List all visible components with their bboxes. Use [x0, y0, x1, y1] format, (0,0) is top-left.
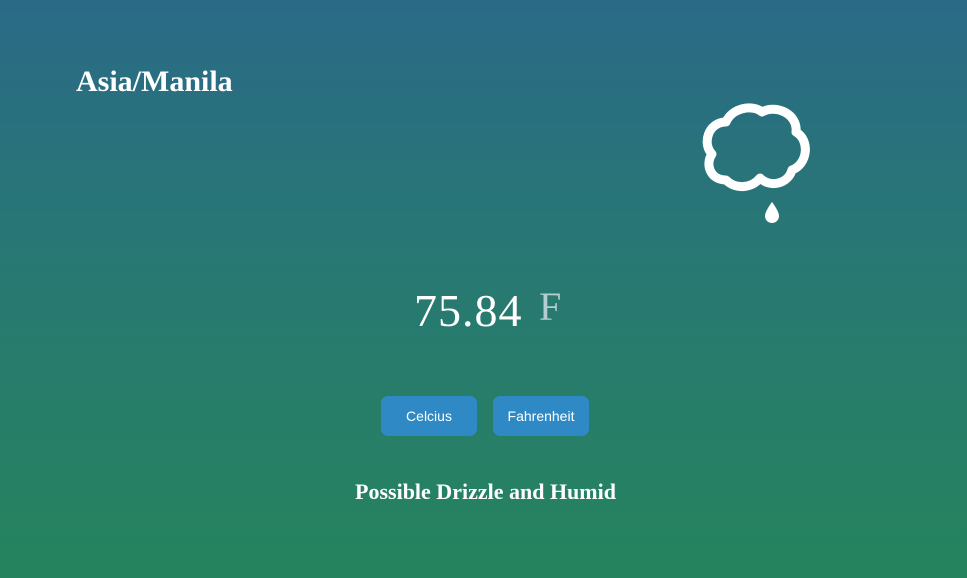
temperature-unit: F — [539, 284, 562, 329]
fahrenheit-button[interactable]: Fahrenheit — [493, 396, 589, 436]
temperature-display: 75.84 F — [0, 280, 967, 340]
weather-summary: Possible Drizzle and Humid — [355, 479, 616, 504]
rain-cloud-icon — [696, 98, 816, 230]
celsius-button[interactable]: Celcius — [381, 396, 477, 436]
location-title: Asia/Manila — [76, 65, 233, 98]
temperature-value: 75.84 — [414, 285, 523, 336]
